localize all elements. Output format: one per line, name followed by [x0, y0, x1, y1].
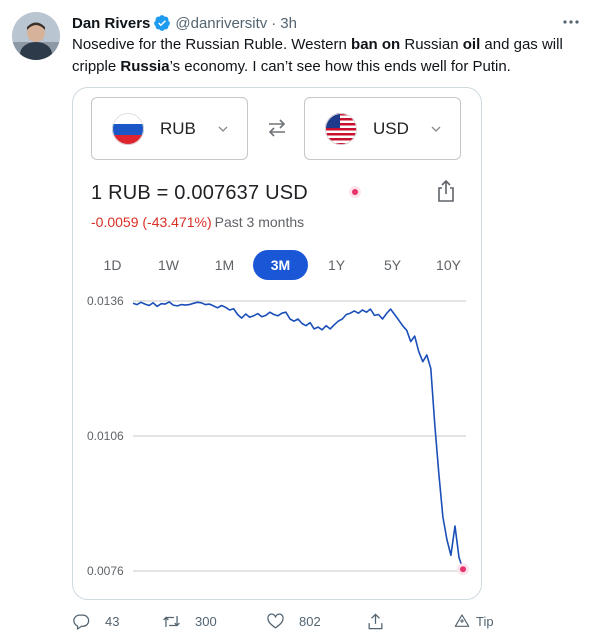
range-tab-5y[interactable]: 5Y	[365, 250, 420, 280]
range-tab-1m[interactable]: 1M	[197, 250, 252, 280]
tweet-text-highlight: ban on	[351, 36, 401, 53]
upload-share-icon	[368, 612, 383, 629]
exchange-rate: 1 RUB = 0.007637 USD	[91, 182, 308, 204]
russia-flag-icon	[112, 112, 144, 145]
currency-converter-card[interactable]: RUB USD 1 RUB = 0.007637 USD -0.0059 (-4…	[72, 87, 482, 600]
tip-icon	[454, 614, 470, 627]
range-tab-1w[interactable]: 1W	[141, 250, 196, 280]
separator-dot: ·	[271, 14, 277, 32]
author-avatar[interactable]	[12, 12, 60, 60]
range-tab-10y[interactable]: 10Y	[421, 250, 476, 280]
latest-point-marker	[460, 566, 466, 573]
tip-button[interactable]: Tip	[454, 606, 494, 636]
y-tick-label: 0.0106	[87, 429, 124, 443]
exchange-rate-chart: 0.0136 0.0106 0.0076	[87, 294, 469, 578]
tweet-text: Nosedive for the Russian Ruble. Western …	[72, 34, 582, 78]
reply-icon	[73, 614, 90, 630]
rate-change-value: -0.0059 (-43.471%)	[91, 214, 212, 230]
tweet-header: Dan Rivers @danriversitv · 3h	[72, 12, 583, 34]
y-tick-label: 0.0136	[87, 294, 124, 308]
range-tab-1y[interactable]: 1Y	[309, 250, 364, 280]
verified-badge-icon	[154, 15, 171, 31]
share-tweet-button[interactable]	[366, 606, 399, 636]
heart-icon	[267, 613, 284, 628]
reply-count: 43	[105, 613, 120, 629]
range-tabs: 1D 1W 1M 3M 1Y 5Y 10Y	[85, 250, 477, 280]
retweet-button[interactable]: 300	[162, 606, 217, 636]
from-currency-select[interactable]: RUB	[91, 97, 248, 160]
chevron-down-icon	[218, 126, 228, 132]
range-tab-3m[interactable]: 3M	[253, 250, 308, 280]
tweet-text-segment: Nosedive for the Russian Ruble. Western	[72, 36, 352, 53]
to-currency-label: USD	[373, 118, 409, 138]
like-count: 802	[299, 613, 321, 629]
tweet-text-highlight: oil	[462, 36, 481, 53]
usa-flag-icon	[325, 112, 357, 145]
range-tab-1d[interactable]: 1D	[85, 250, 140, 280]
rate-change: -0.0059 (-43.471%) Past 3 months	[91, 214, 304, 230]
to-currency-select[interactable]: USD	[304, 97, 461, 160]
chevron-down-icon	[431, 126, 441, 132]
share-icon[interactable]	[435, 179, 457, 203]
live-indicator-icon	[352, 189, 358, 195]
rate-change-period: Past 3 months	[214, 214, 305, 230]
tweet-text-highlight: Russia	[120, 58, 170, 75]
retweet-icon	[163, 615, 180, 627]
more-options-icon[interactable]	[561, 14, 581, 30]
tip-label: Tip	[476, 613, 494, 629]
like-button[interactable]: 802	[266, 606, 321, 636]
avatar-photo	[12, 12, 60, 60]
author-handle[interactable]: @danriversitv	[175, 15, 267, 32]
retweet-count: 300	[195, 613, 217, 629]
y-tick-label: 0.0076	[87, 564, 124, 578]
from-currency-label: RUB	[160, 118, 196, 138]
swap-currencies-icon[interactable]	[265, 116, 289, 140]
tweet-text-segment: Russian	[400, 36, 463, 53]
author-name[interactable]: Dan Rivers	[72, 15, 150, 32]
reply-button[interactable]: 43	[72, 606, 119, 636]
tweet-timestamp[interactable]: 3h	[280, 15, 297, 32]
tweet-actions: 43 300 802 Tip	[72, 606, 512, 636]
tweet-text-segment: ’s economy. I can’t see how this ends we…	[169, 58, 511, 75]
